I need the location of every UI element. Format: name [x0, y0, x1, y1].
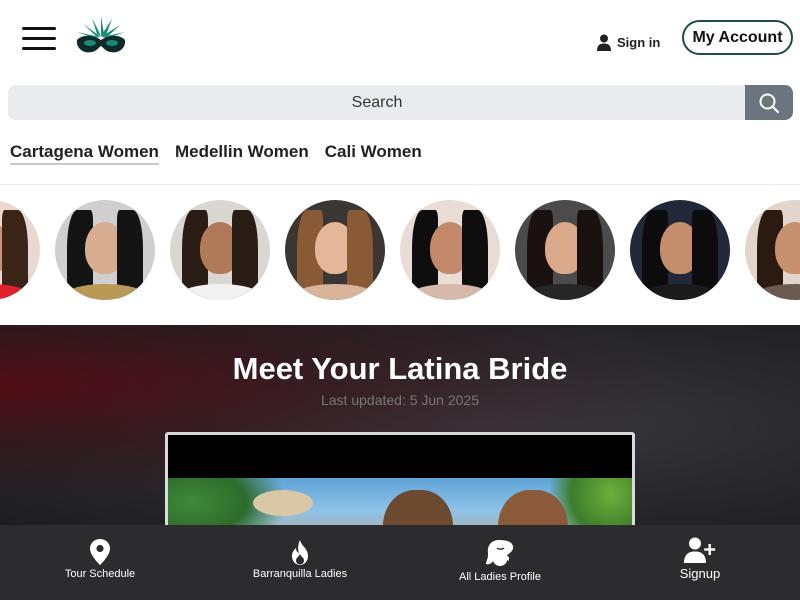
- flame-icon: [292, 540, 308, 565]
- add-user-icon: [684, 537, 716, 563]
- hero-section: Meet Your Latina Bride Last updated: 5 J…: [0, 325, 800, 525]
- profile-avatar[interactable]: [630, 200, 730, 300]
- profile-avatar[interactable]: [55, 200, 155, 300]
- nav-label: Signup: [679, 566, 721, 581]
- search-input[interactable]: Search: [8, 85, 746, 120]
- masquerade-mask-logo[interactable]: [74, 16, 128, 56]
- header: Sign in My Account: [0, 0, 800, 78]
- user-icon: [597, 34, 611, 51]
- profile-avatar[interactable]: [745, 200, 800, 300]
- profile-avatar[interactable]: [515, 200, 615, 300]
- nav-signup[interactable]: Signup: [600, 525, 800, 600]
- map-pin-icon: [90, 539, 110, 565]
- profile-avatar[interactable]: [285, 200, 385, 300]
- page: Sign in My Account Search Cartagena Wome…: [0, 0, 800, 600]
- profile-avatar[interactable]: [170, 200, 270, 300]
- my-account-button[interactable]: My Account: [682, 20, 793, 55]
- tab-cartagena-women[interactable]: Cartagena Women: [10, 142, 159, 165]
- tab-cali-women[interactable]: Cali Women: [325, 142, 422, 165]
- last-updated-text: Last updated: 5 Jun 2025: [320, 392, 480, 408]
- nav-all-ladies-profile[interactable]: All Ladies Profile: [400, 525, 600, 600]
- profile-carousel: [0, 200, 800, 300]
- woman-silhouette-icon: [486, 540, 514, 566]
- nav-label: Tour Schedule: [64, 568, 136, 580]
- featured-video[interactable]: [165, 432, 635, 525]
- profile-avatar[interactable]: [400, 200, 500, 300]
- divider: [0, 184, 800, 185]
- hero-title: Meet Your Latina Bride: [232, 351, 568, 386]
- nav-label: Barranquilla Ladies: [252, 568, 348, 580]
- search-button[interactable]: [745, 85, 793, 120]
- signin-link[interactable]: Sign in: [597, 33, 660, 51]
- nav-tour-schedule[interactable]: Tour Schedule: [0, 525, 200, 600]
- hamburger-menu-icon[interactable]: [22, 25, 56, 51]
- bottom-nav: Tour Schedule Barranquilla Ladies All La…: [0, 525, 800, 600]
- search-icon: [759, 93, 780, 113]
- city-tabs: Cartagena Women Medellin Women Cali Wome…: [10, 142, 422, 165]
- profile-avatar[interactable]: [0, 200, 40, 300]
- signin-label: Sign in: [617, 34, 661, 50]
- tab-medellin-women[interactable]: Medellin Women: [175, 142, 309, 165]
- nav-label: All Ladies Profile: [459, 571, 541, 583]
- nav-barranquilla-ladies[interactable]: Barranquilla Ladies: [200, 525, 400, 600]
